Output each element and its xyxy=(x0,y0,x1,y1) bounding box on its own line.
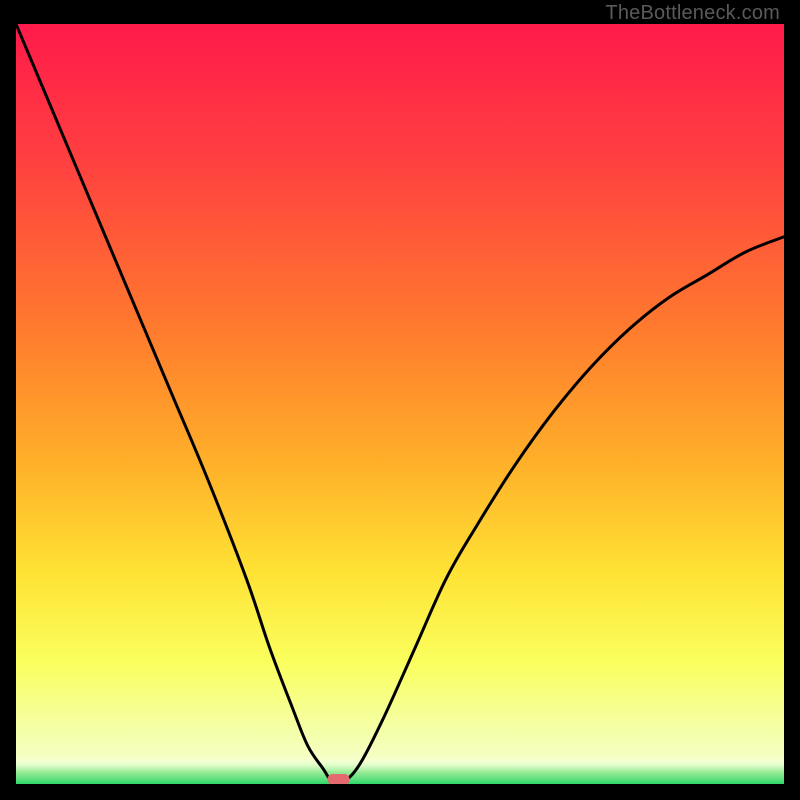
optimal-marker xyxy=(328,774,350,784)
watermark-text: TheBottleneck.com xyxy=(605,2,780,25)
optimal-band xyxy=(16,757,784,784)
chart-frame xyxy=(16,24,784,784)
bottleneck-chart xyxy=(16,24,784,784)
gradient-background xyxy=(16,24,784,784)
